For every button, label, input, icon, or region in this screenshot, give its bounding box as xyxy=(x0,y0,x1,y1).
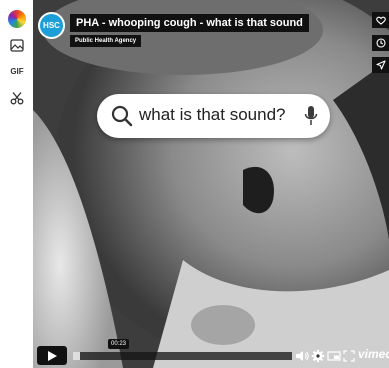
image-button[interactable] xyxy=(6,34,28,56)
microphone-icon xyxy=(304,106,318,125)
gif-button[interactable]: GIF xyxy=(6,60,28,82)
color-picker-button[interactable] xyxy=(6,8,28,30)
color-wheel-icon xyxy=(8,10,26,28)
picture-in-picture-icon[interactable] xyxy=(327,349,341,363)
image-icon xyxy=(10,38,24,52)
scissors-icon xyxy=(10,92,24,105)
share-button[interactable] xyxy=(372,57,389,73)
progress-fill xyxy=(73,352,80,360)
player-controls: 00:23 vime xyxy=(33,339,389,368)
search-text: what is that sound? xyxy=(139,105,286,124)
search-overlay: what is that sound? xyxy=(97,94,330,138)
video-frame-baby-photo xyxy=(33,0,389,368)
clock-icon xyxy=(375,38,386,48)
video-player[interactable]: HSC PHA - whooping cough - what is that … xyxy=(33,0,389,368)
play-button[interactable] xyxy=(37,346,67,365)
like-button[interactable] xyxy=(372,12,389,28)
search-icon xyxy=(111,105,133,127)
seek-bar[interactable]: 00:23 xyxy=(73,339,292,360)
play-icon xyxy=(47,350,57,361)
video-title[interactable]: PHA - whooping cough - what is that soun… xyxy=(70,14,309,32)
volume-icon[interactable] xyxy=(295,349,309,363)
heart-icon xyxy=(375,16,386,25)
settings-gear-icon[interactable] xyxy=(311,349,325,363)
fullscreen-icon[interactable] xyxy=(342,349,356,363)
editing-toolbar: GIF xyxy=(0,0,33,368)
watch-later-button[interactable] xyxy=(372,35,389,51)
cut-button[interactable] xyxy=(6,87,28,109)
vimeo-logo[interactable]: vimeo xyxy=(358,347,389,361)
share-icon xyxy=(375,60,386,70)
logo-text: HSC xyxy=(43,21,60,30)
gif-label: GIF xyxy=(10,66,24,76)
hsc-logo[interactable]: HSC xyxy=(38,12,65,39)
time-tooltip: 00:23 xyxy=(108,339,130,349)
video-byline[interactable]: Public Health Agency xyxy=(70,35,142,47)
